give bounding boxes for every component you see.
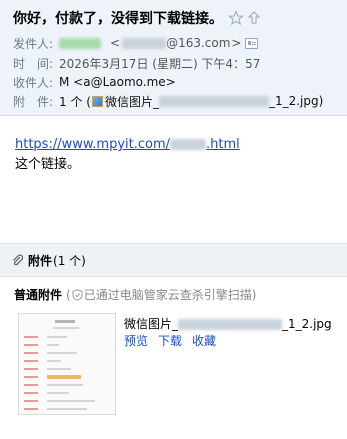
sender-email-redacted xyxy=(122,37,167,49)
image-thumb-icon xyxy=(91,95,103,107)
time-label: 时 间: xyxy=(13,56,54,71)
sender-name-redacted[interactable] xyxy=(59,37,101,49)
thumb-line xyxy=(24,408,38,410)
attachment-close: ) xyxy=(318,94,324,108)
to-row: 收件人: M <a@Laomo.me> xyxy=(13,73,176,91)
attachment-actions: 预览 下载 收藏 xyxy=(124,332,226,349)
attachment-file-name[interactable]: 微信图片_ _1_2.jpg xyxy=(124,315,332,332)
attachment-label: 附 件: xyxy=(13,94,54,109)
file-name-redacted[interactable] xyxy=(178,319,283,330)
thumb-line xyxy=(47,336,67,338)
shield-icon xyxy=(72,288,83,301)
to-value[interactable]: M <a@Laomo.me> xyxy=(59,75,176,89)
attachment-name-redacted xyxy=(158,95,269,107)
mail-subject: 你好，付款了，没得到下载链接。 xyxy=(13,11,223,27)
attachments-count: (1 个) xyxy=(53,253,86,268)
thumb-line xyxy=(47,384,83,386)
link-prefix[interactable]: https://www.mpyit.com/ xyxy=(15,137,170,152)
attachment-count[interactable]: 1 个 ( xyxy=(59,93,91,110)
from-row: 发件人: < @163.com > xyxy=(13,34,259,52)
from-close-bracket: > xyxy=(231,36,242,50)
normal-attachments-title: 普通附件 xyxy=(14,288,63,302)
thumb-line xyxy=(47,408,87,410)
thumb-line xyxy=(24,368,38,370)
thumb-line xyxy=(47,392,69,394)
time-value: 2026年3月17日 (星期二) 下午4：57 xyxy=(59,56,261,71)
scan-open-paren: ( xyxy=(66,287,71,302)
thumb-line xyxy=(24,392,38,394)
star-icon[interactable] xyxy=(228,10,244,26)
thumb-line xyxy=(24,344,38,346)
from-domain: @163.com xyxy=(166,36,231,50)
thumb-line xyxy=(47,400,95,402)
mail-header: 你好，付款了，没得到下载链接。 发件人: < @163.com > 时 间: 2… xyxy=(0,0,347,116)
normal-attachments-row: 普通附件 ( 已通过电脑管家云查杀引擎扫描) xyxy=(14,286,256,303)
file-name-prefix[interactable]: 微信图片_ xyxy=(124,317,178,331)
thumb-line xyxy=(24,336,38,338)
download-link[interactable]: 下载 xyxy=(158,334,182,348)
body-link-line: https://www.mpyit.com/ .html xyxy=(15,135,240,155)
link-redacted[interactable] xyxy=(170,139,207,150)
attachments-bar: 附件 (1 个) xyxy=(0,243,347,277)
attachment-name-prefix[interactable]: 微信图片_ xyxy=(105,93,159,110)
mail-body: https://www.mpyit.com/ .html 这个链接。 xyxy=(15,135,240,175)
thumb-line xyxy=(47,368,71,370)
file-name-suffix[interactable]: _1_2.jpg xyxy=(282,317,332,331)
attachments-title: 附件 xyxy=(28,253,53,268)
thumb-line xyxy=(24,352,38,354)
thumb-line xyxy=(55,320,75,323)
attachment-name-suffix[interactable]: _1_2.jpg xyxy=(269,94,319,108)
from-open-bracket: < xyxy=(110,36,121,50)
preview-link[interactable]: 预览 xyxy=(124,334,148,348)
thumb-line xyxy=(24,384,38,386)
thumb-line xyxy=(24,376,38,378)
paperclip-icon xyxy=(13,254,24,265)
scan-note: 已通过电脑管家云查杀引擎扫描) xyxy=(83,288,257,302)
thumb-line xyxy=(24,400,38,402)
from-label: 发件人: xyxy=(13,36,54,51)
attachment-thumbnail[interactable] xyxy=(18,313,116,415)
body-link[interactable]: https://www.mpyit.com/ .html xyxy=(15,137,240,152)
to-label: 收件人: xyxy=(13,75,54,90)
contact-card-icon[interactable] xyxy=(245,37,259,49)
thumb-line xyxy=(24,360,38,362)
link-suffix[interactable]: .html xyxy=(206,137,240,152)
thumb-line xyxy=(47,352,77,354)
share-up-icon[interactable] xyxy=(246,10,262,26)
body-text-line: 这个链接。 xyxy=(15,157,81,172)
attachment-row: 附 件: 1 个 ( 微信图片_ _1_2.jpg ) xyxy=(13,92,323,110)
favorite-link[interactable]: 收藏 xyxy=(192,334,216,348)
time-row: 时 间: 2026年3月17日 (星期二) 下午4：57 xyxy=(13,54,260,72)
thumb-line xyxy=(47,344,59,346)
thumb-line xyxy=(53,327,79,329)
thumb-line xyxy=(47,360,61,362)
subject-row: 你好，付款了，没得到下载链接。 xyxy=(13,8,262,28)
thumb-line xyxy=(47,375,81,379)
